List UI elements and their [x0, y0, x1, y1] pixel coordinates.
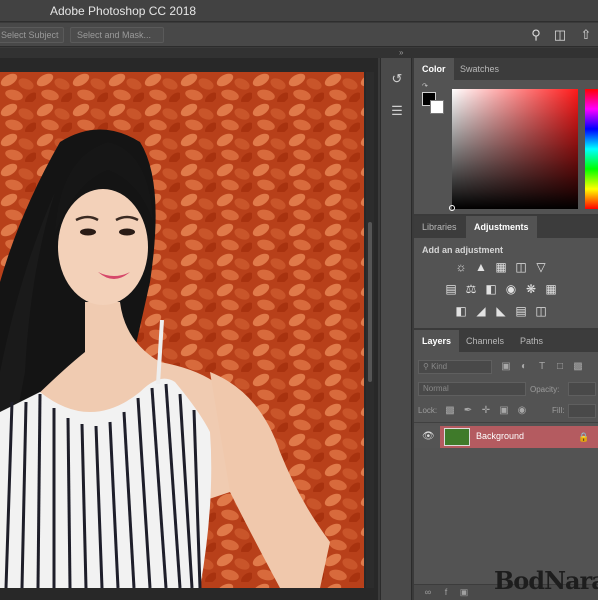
- search-icon[interactable]: ⚲: [528, 27, 544, 43]
- color-panel: Color Swatches ↷: [414, 58, 598, 214]
- select-and-mask-button[interactable]: Select and Mask...: [70, 27, 164, 43]
- blend-mode-select[interactable]: Normal: [418, 382, 526, 396]
- lock-all-icon[interactable]: ◉: [516, 405, 528, 417]
- panel-collapse-strip: »: [0, 48, 598, 58]
- tab-paths[interactable]: Paths: [512, 330, 551, 352]
- photo-filter-icon[interactable]: ◉: [504, 282, 518, 296]
- gradient-map-icon[interactable]: ▤: [514, 304, 528, 318]
- tab-adjustments[interactable]: Adjustments: [466, 216, 537, 238]
- levels-icon[interactable]: ▲: [474, 260, 488, 274]
- filter-adjustment-icon[interactable]: ◐: [518, 361, 530, 373]
- kind-filter-label: Kind: [431, 362, 448, 371]
- link-layers-icon[interactable]: ∞: [422, 586, 434, 598]
- background-color-swatch[interactable]: [430, 100, 444, 114]
- share-icon[interactable]: ⇧: [578, 27, 594, 43]
- brightness-icon[interactable]: ☼: [454, 260, 468, 274]
- color-panel-tabs: Color Swatches: [414, 58, 598, 80]
- posterize-icon[interactable]: ◢: [474, 304, 488, 318]
- tab-layers[interactable]: Layers: [414, 330, 460, 352]
- color-field[interactable]: [449, 89, 578, 211]
- vibrance-icon[interactable]: ▽: [534, 260, 548, 274]
- opacity-input[interactable]: [568, 382, 596, 396]
- layers-panel-tabs: Layers Channels Paths: [414, 330, 598, 352]
- exposure-icon[interactable]: ◫: [514, 260, 528, 274]
- watermark-logo: BodNara: [494, 566, 598, 595]
- layer-name[interactable]: Background: [476, 431, 524, 441]
- layer-row[interactable]: 👁 Background 🔒: [414, 426, 598, 448]
- black-white-icon[interactable]: ◧: [484, 282, 498, 296]
- lock-position-icon[interactable]: ✛: [480, 405, 492, 417]
- history-icon[interactable]: ↺: [386, 68, 408, 90]
- workspace-icon[interactable]: ◫: [552, 27, 568, 43]
- select-subject-button[interactable]: Select Subject: [0, 27, 64, 43]
- document-canvas[interactable]: [0, 72, 364, 588]
- swap-colors-icon[interactable]: ↷: [422, 82, 428, 90]
- color-balance-icon[interactable]: ⚖: [464, 282, 478, 296]
- layer-thumbnail[interactable]: [444, 428, 470, 446]
- fx-icon[interactable]: f: [440, 586, 452, 598]
- adjustments-panel-tabs: Libraries Adjustments: [414, 216, 598, 238]
- photo-image: [0, 72, 364, 588]
- fill-label: Fill:: [552, 406, 565, 415]
- filter-pixel-icon[interactable]: ▣: [500, 361, 512, 373]
- color-lookup-icon[interactable]: ▦: [544, 282, 558, 296]
- properties-icon[interactable]: ☰: [386, 100, 408, 122]
- filter-search-icon: ⚲: [423, 362, 432, 371]
- collapse-panels-icon[interactable]: »: [399, 48, 403, 57]
- selective-color-icon[interactable]: ◫: [534, 304, 548, 318]
- hue-slider[interactable]: [585, 89, 598, 209]
- options-bar: Select Subject Select and Mask... ⚲ ◫ ⇧: [0, 23, 598, 47]
- lock-label: Lock:: [418, 406, 438, 415]
- filter-smart-object-icon[interactable]: ▩: [572, 361, 584, 373]
- color-picker-cursor[interactable]: [449, 205, 455, 211]
- tab-color[interactable]: Color: [414, 58, 454, 80]
- tab-libraries[interactable]: Libraries: [414, 216, 465, 238]
- filter-shape-icon[interactable]: □: [554, 361, 566, 373]
- layer-lock-icon[interactable]: 🔒: [578, 431, 590, 443]
- tab-channels[interactable]: Channels: [458, 330, 512, 352]
- layers-panel: Layers Channels Paths ⚲ Kind ▣ ◐ T □ ▩ N…: [414, 330, 598, 600]
- adjustments-title: Add an adjustment: [422, 245, 504, 255]
- channel-mixer-icon[interactable]: ❋: [524, 282, 538, 296]
- scrollbar-thumb[interactable]: [368, 222, 372, 382]
- visibility-eye-icon[interactable]: 👁: [422, 431, 435, 443]
- collapsed-panel-strip: ↺ ☰: [380, 58, 412, 600]
- lock-artboard-icon[interactable]: ▣: [498, 405, 510, 417]
- vertical-scrollbar[interactable]: [366, 72, 374, 588]
- curves-icon[interactable]: ▦: [494, 260, 508, 274]
- title-bar: Adobe Photoshop CC 2018: [0, 0, 598, 22]
- adjustments-panel: Libraries Adjustments Add an adjustment …: [414, 216, 598, 328]
- fill-input[interactable]: [568, 404, 596, 418]
- filter-type-icon[interactable]: T: [536, 361, 548, 373]
- add-mask-icon[interactable]: ▣: [458, 586, 470, 598]
- layers-divider: [414, 422, 598, 423]
- invert-icon[interactable]: ◧: [454, 304, 468, 318]
- lock-image-icon[interactable]: ✒: [462, 405, 474, 417]
- lock-transparent-icon[interactable]: ▩: [444, 405, 456, 417]
- layer-kind-filter[interactable]: ⚲ Kind: [418, 360, 492, 374]
- tab-swatches[interactable]: Swatches: [452, 58, 507, 80]
- threshold-icon[interactable]: ◣: [494, 304, 508, 318]
- hue-saturation-icon[interactable]: ▤: [444, 282, 458, 296]
- opacity-label: Opacity:: [530, 385, 560, 394]
- window-title: Adobe Photoshop CC 2018: [50, 4, 197, 18]
